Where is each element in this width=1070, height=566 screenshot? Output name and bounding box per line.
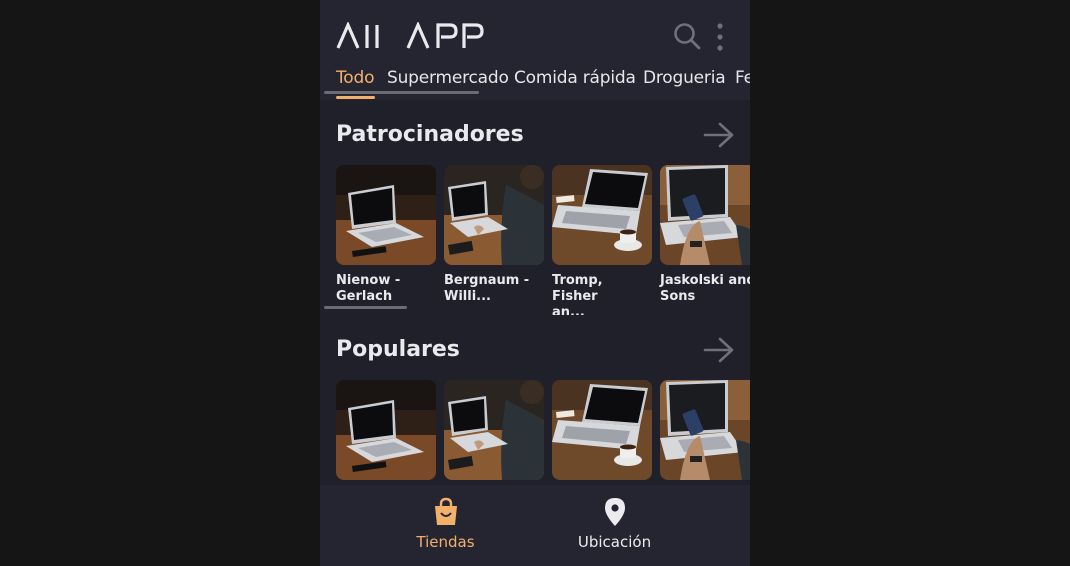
store-thumbnail (336, 380, 436, 480)
tab-fe[interactable]: Fe (735, 68, 750, 88)
store-card[interactable]: Nienow - Gerlach (336, 165, 436, 305)
store-thumbnail (660, 380, 750, 480)
search-icon[interactable] (673, 22, 701, 50)
store-thumbnail (552, 165, 652, 265)
section-title-patrocinadores: Patrocinadores (336, 122, 524, 147)
tab-drogueria[interactable]: Drogueria (643, 68, 726, 88)
store-card[interactable] (660, 380, 750, 480)
store-card[interactable]: Bergnaum - Willi... (444, 165, 544, 305)
store-card[interactable] (444, 380, 544, 480)
store-thumbnail (444, 165, 544, 265)
store-thumbnail (552, 380, 652, 480)
nav-label-ubicacion: Ubicación (577, 533, 652, 551)
more-vert-icon[interactable] (710, 22, 730, 52)
tab-todo[interactable]: Todo (336, 68, 374, 88)
nav-ubicacion[interactable]: Ubicación (507, 485, 722, 566)
store-card[interactable] (336, 380, 436, 480)
store-thumbnail (444, 380, 544, 480)
store-thumbnail (660, 165, 750, 265)
store-thumbnail (336, 165, 436, 265)
section-title-populares: Populares (336, 337, 460, 362)
active-tab-indicator (336, 96, 375, 99)
sponsors-scrollbar[interactable] (324, 306, 407, 309)
shopping-bag-icon (434, 497, 457, 525)
store-name: Tromp, Fisher an... (552, 273, 603, 315)
category-tabs: Todo Supermercado Comida rápida Drogueri… (320, 64, 750, 100)
store-name: Jaskolski and Sons (660, 273, 750, 304)
tab-supermercado[interactable]: Supermercado (387, 68, 509, 88)
app-header: Todo Supermercado Comida rápida Drogueri… (320, 0, 750, 100)
arrow-right-icon[interactable] (703, 122, 735, 148)
app-logo (336, 20, 486, 54)
bottom-navigation: Tiendas Ubicación (320, 485, 750, 566)
tabs-scrollbar[interactable] (324, 91, 479, 94)
store-card[interactable] (552, 380, 652, 480)
store-card[interactable]: Tromp, Fisher an... (552, 165, 652, 315)
arrow-right-icon[interactable] (703, 337, 735, 363)
store-name: Nienow - Gerlach (336, 273, 401, 304)
popular-row (336, 380, 750, 485)
location-pin-icon (604, 498, 625, 526)
store-name: Bergnaum - Willi... (444, 273, 530, 304)
tab-comida-rapida[interactable]: Comida rápida (514, 68, 636, 88)
sponsors-row: Nienow - Gerlach Bergnaum - Willi... Tro… (336, 165, 750, 315)
store-card[interactable]: Jaskolski and Sons (660, 165, 750, 305)
app-screen: Todo Supermercado Comida rápida Drogueri… (320, 0, 750, 566)
